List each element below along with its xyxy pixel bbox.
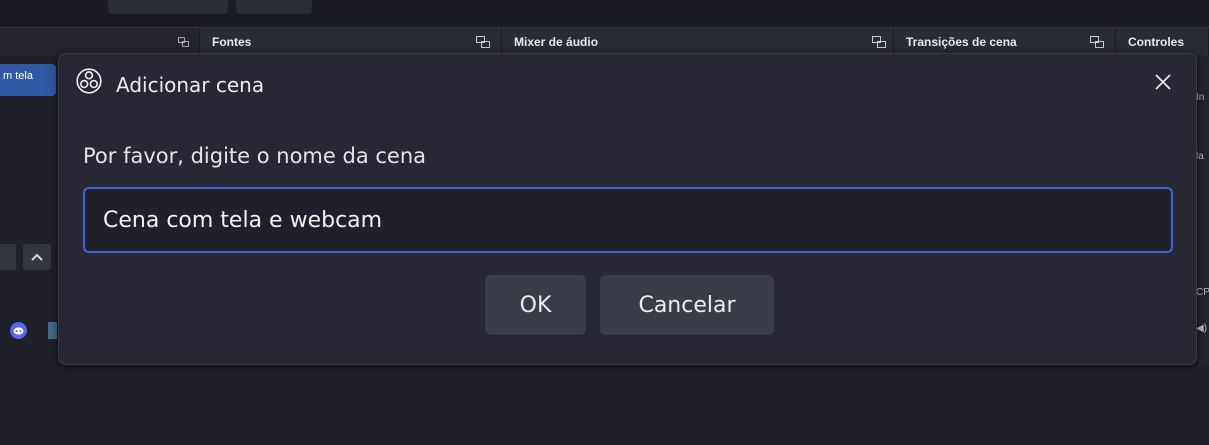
dock-tab-controls[interactable]: Controles [1116,28,1209,56]
top-strip-tab [236,0,312,14]
scene-list-item-selected[interactable]: m tela [0,64,56,96]
chevron-up-icon [31,253,43,261]
undock-icon[interactable] [476,36,490,48]
scene-name-field[interactable] [83,187,1173,253]
cancel-button[interactable]: Cancelar [600,275,774,335]
app-icon-partial[interactable] [48,322,57,339]
scene-name-input[interactable] [101,206,1171,234]
obs-logo-icon [76,68,102,94]
dock-tab-sources[interactable]: Fontes [200,28,502,56]
volume-icon-partial: ◀) [1196,323,1208,334]
dock-tab-scene-transitions[interactable]: Transições de cena [894,28,1116,56]
controls-button-partial[interactable]: In [1196,92,1209,103]
controls-button-partial[interactable]: la [1196,151,1209,162]
undock-icon[interactable] [872,36,886,48]
add-scene-dialog: Adicionar cena Por favor, digite o nome … [58,53,1197,365]
top-strip-tab [108,0,228,14]
cpu-status-partial: CPU [1196,287,1209,298]
move-up-button[interactable] [23,244,51,270]
undock-icon[interactable] [178,36,189,48]
discord-icon[interactable] [10,322,27,339]
scene-name-prompt: Por favor, digite o nome da cena [83,144,427,168]
dock-tab-scenes [0,28,200,56]
dock-label: Fontes [212,35,252,49]
dock-tab-audio-mixer[interactable]: Mixer de áudio [502,28,894,56]
move-button-partial[interactable] [0,244,16,270]
close-button[interactable] [1149,68,1177,96]
top-strip [0,0,1209,26]
close-icon [1155,74,1171,90]
dock-label: Mixer de áudio [514,35,599,49]
dock-label: Transições de cena [906,35,1017,49]
undock-icon[interactable] [1090,36,1104,48]
dialog-title: Adicionar cena [116,73,265,97]
bottom-area [0,366,1209,445]
ok-button[interactable]: OK [485,275,586,335]
dock-label: Controles [1128,35,1185,49]
